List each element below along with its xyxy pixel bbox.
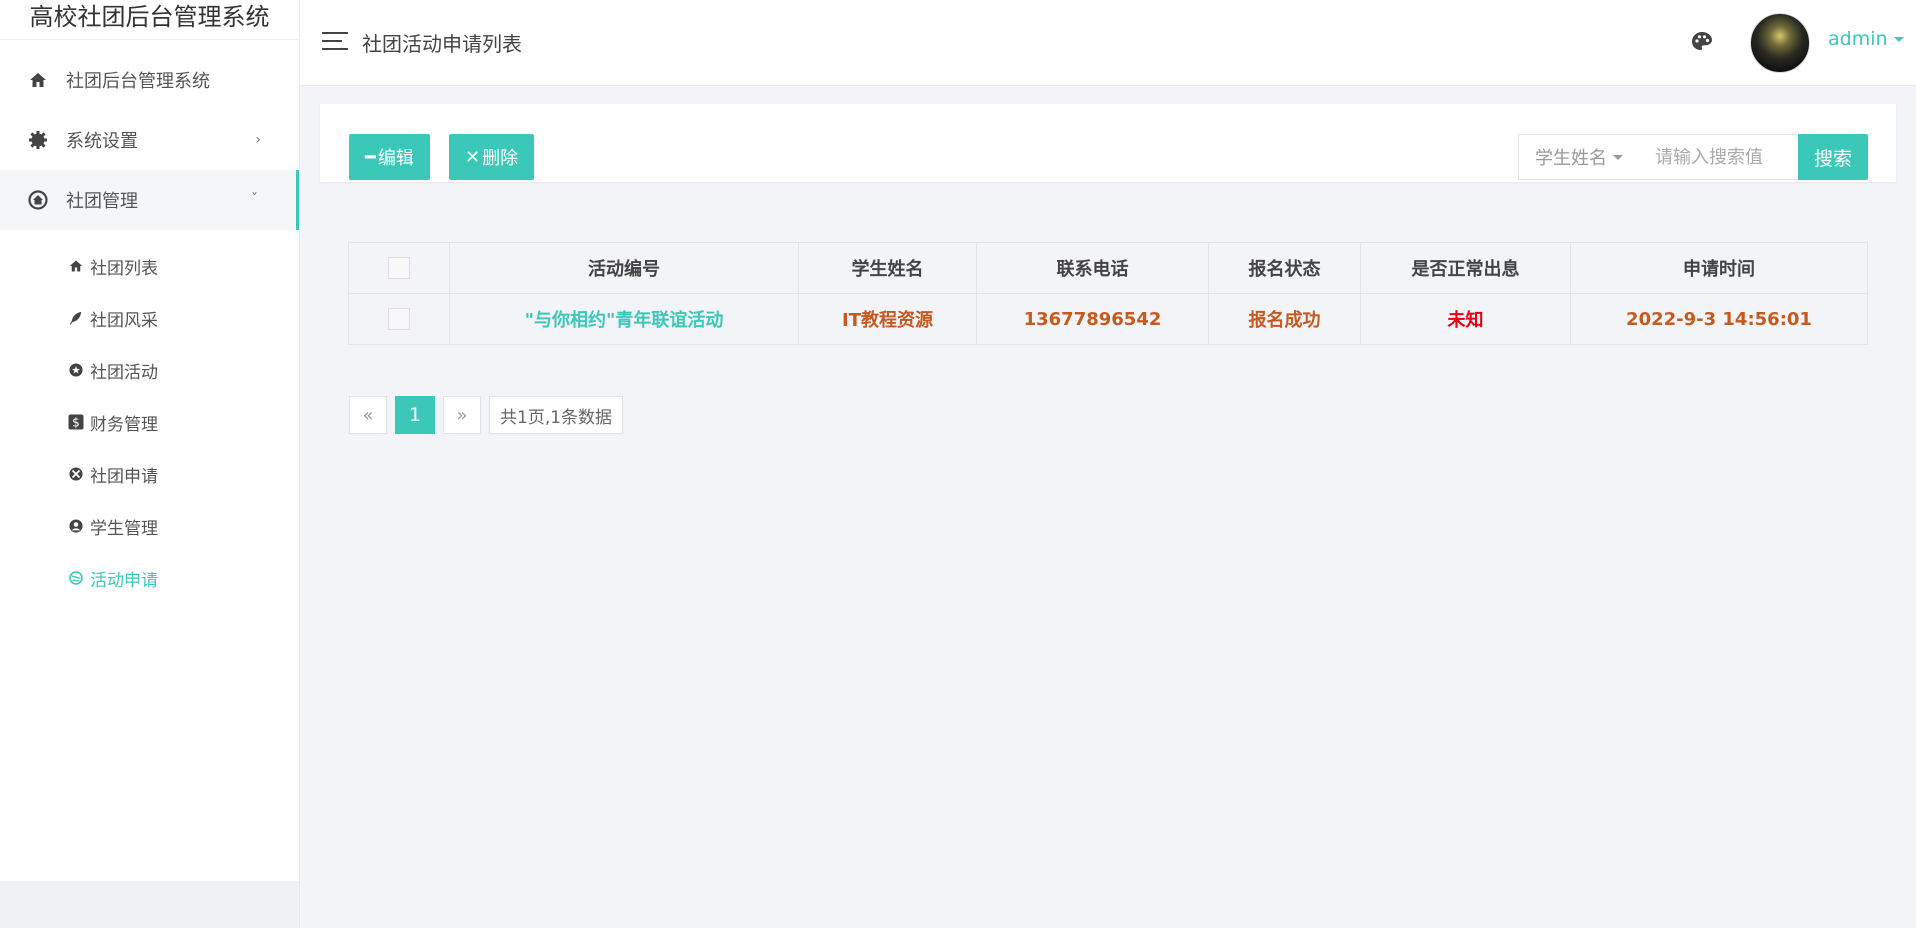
sidebar-item-club-management[interactable]: 社团管理 ˇ — [0, 170, 299, 230]
apply-time-cell: 2022-9-3 14:56:01 — [1570, 293, 1868, 345]
select-all-cell — [348, 242, 450, 294]
sidebar-item-label: 系统设置 — [66, 131, 138, 152]
column-header: 联系电话 — [976, 242, 1209, 294]
sidebar-item-label: 社团管理 — [66, 191, 138, 212]
xbox-icon — [68, 466, 84, 482]
sidebar-item-label: 活动申请 — [90, 570, 158, 591]
sidebar-item-club-activities[interactable]: 社团活动 — [0, 344, 299, 396]
phone-cell: 13677896542 — [976, 293, 1209, 345]
table-row[interactable]: "与你相约"青年联谊活动 IT教程资源 13677896542 报名成功 未知 … — [348, 293, 1868, 345]
chevron-down-icon: ˇ — [251, 192, 258, 208]
sidebar-item-system-settings[interactable]: 系统设置 › — [0, 110, 299, 170]
student-name-cell: IT教程资源 — [798, 293, 977, 345]
search-input[interactable] — [1641, 134, 1799, 180]
avatar[interactable] — [1750, 13, 1810, 73]
sidebar-item-home[interactable]: 社团后台管理系统 — [0, 50, 299, 110]
sidebar-item-club-application[interactable]: 社团申请 — [0, 448, 299, 500]
sidebar-item-label: 社团风采 — [90, 310, 158, 331]
sidebar-item-finance[interactable]: $ 财务管理 — [0, 396, 299, 448]
chevron-right-icon: › — [255, 132, 261, 148]
sidebar: 高校社团后台管理系统 社团后台管理系统 系统设置 › 社团管理 ˇ 社团列表 社… — [0, 0, 300, 881]
star-circle-icon — [68, 362, 84, 378]
edit-button[interactable]: ━ 编辑 — [349, 134, 430, 180]
column-header: 学生姓名 — [798, 242, 977, 294]
top-header: 社团活动申请列表 admin — [300, 0, 1916, 86]
attendance-cell: 未知 — [1360, 293, 1571, 345]
search-field-value: 学生姓名 — [1535, 148, 1607, 169]
sidebar-item-label: 学生管理 — [90, 518, 158, 539]
toolbar-panel: ━ 编辑 ✕ 删除 学生姓名 搜索 — [320, 104, 1896, 182]
page-title: 社团活动申请列表 — [362, 32, 522, 56]
row-select-cell — [348, 293, 450, 345]
sidebar-item-label: 社团后台管理系统 — [66, 71, 210, 92]
row-checkbox[interactable] — [388, 308, 410, 330]
sidebar-item-label: 财务管理 — [90, 414, 158, 435]
select-all-checkbox[interactable] — [388, 257, 410, 279]
dollar-icon: $ — [68, 414, 84, 430]
app-title: 高校社团后台管理系统 — [0, 0, 299, 40]
home-icon — [68, 258, 84, 274]
next-page-button[interactable]: » — [443, 396, 481, 434]
gear-icon — [28, 130, 48, 150]
sidebar-item-label: 社团活动 — [90, 362, 158, 383]
globe-icon — [68, 570, 84, 586]
user-circle-icon — [68, 518, 84, 534]
svg-text:$: $ — [72, 416, 80, 430]
close-icon: ✕ — [465, 146, 481, 168]
edit-button-label: 编辑 — [377, 148, 414, 169]
column-header: 活动编号 — [449, 242, 799, 294]
prev-page-button[interactable]: « — [349, 396, 387, 434]
application-table: 活动编号 学生姓名 联系电话 报名状态 是否正常出息 申请时间 "与你相约"青年… — [348, 242, 1868, 345]
caret-down-icon — [1613, 154, 1623, 160]
user-menu[interactable]: admin — [1828, 28, 1904, 50]
delete-button-label: 删除 — [482, 148, 519, 169]
home-icon — [28, 70, 48, 90]
pagination-info: 共1页,1条数据 — [489, 396, 624, 434]
sidebar-footer — [0, 881, 300, 928]
delete-button[interactable]: ✕ 删除 — [449, 134, 535, 180]
table-header-row: 活动编号 学生姓名 联系电话 报名状态 是否正常出息 申请时间 — [348, 242, 1868, 294]
username: admin — [1828, 28, 1888, 50]
sidebar-item-label: 社团列表 — [90, 258, 158, 279]
palette-icon[interactable] — [1690, 30, 1714, 54]
menu-toggle-icon[interactable] — [322, 32, 348, 52]
house-circle-icon — [28, 190, 48, 210]
sidebar-item-student-management[interactable]: 学生管理 — [0, 500, 299, 552]
search-field-select[interactable]: 学生姓名 — [1518, 134, 1642, 180]
sidebar-item-label: 社团申请 — [90, 466, 158, 487]
sidebar-item-activity-application[interactable]: 活动申请 — [0, 552, 299, 604]
caret-down-icon — [1893, 37, 1904, 42]
column-header: 是否正常出息 — [1360, 242, 1571, 294]
search-button[interactable]: 搜索 — [1798, 134, 1868, 180]
pagination: « 1 » 共1页,1条数据 — [349, 396, 631, 434]
activity-name-cell: "与你相约"青年联谊活动 — [449, 293, 799, 345]
registration-status-cell: 报名成功 — [1208, 293, 1361, 345]
sidebar-item-club-style[interactable]: 社团风采 — [0, 292, 299, 344]
sidebar-item-club-list[interactable]: 社团列表 — [0, 240, 299, 292]
feather-icon — [68, 310, 84, 326]
column-header: 报名状态 — [1208, 242, 1361, 294]
column-header: 申请时间 — [1570, 242, 1868, 294]
page-1-button[interactable]: 1 — [395, 396, 435, 434]
minus-icon: ━ — [365, 146, 376, 168]
